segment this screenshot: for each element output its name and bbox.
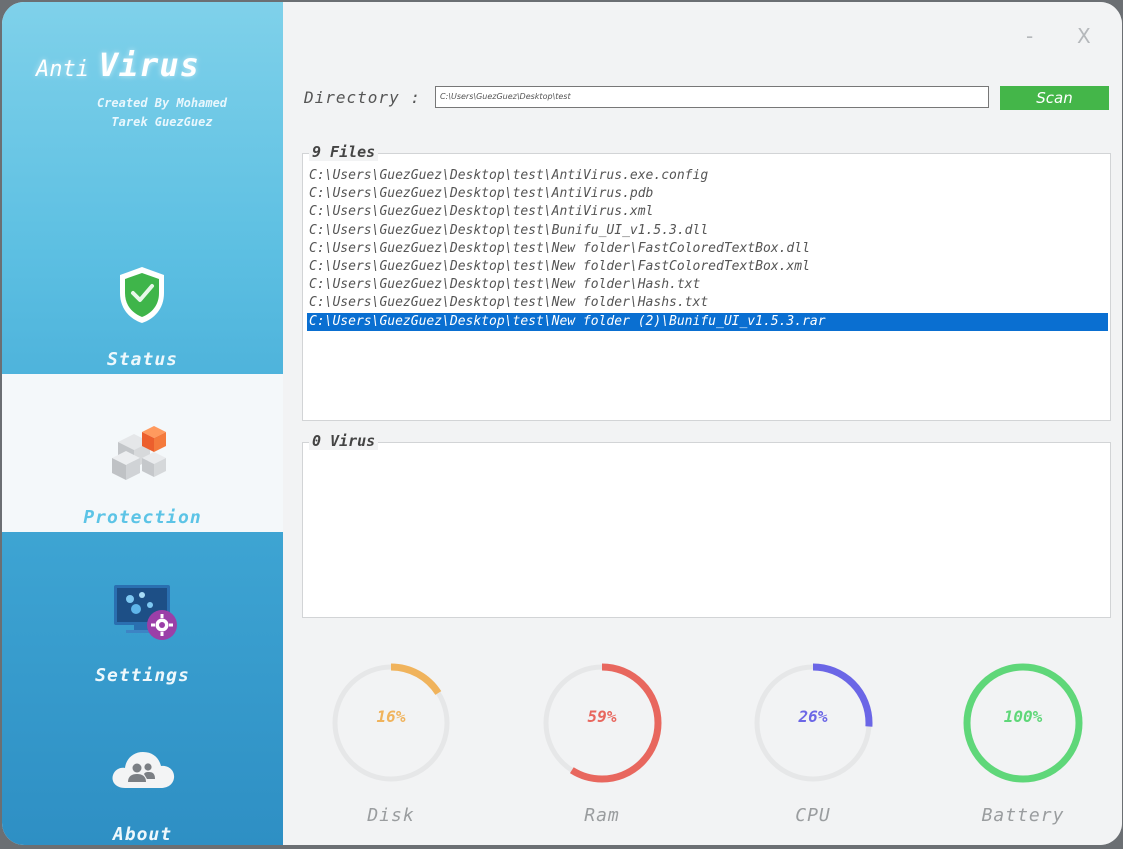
file-list-item[interactable]: C:\Users\GuezGuez\Desktop\test\New folde…	[307, 258, 1108, 276]
gauge-value: 100%	[1003, 707, 1043, 726]
gauge-value: 59%	[587, 707, 617, 726]
gauge-value: 16%	[376, 707, 406, 726]
gauge-label: CPU	[795, 805, 831, 826]
main-panel: - X Directory : C:\Users\GuezGuez\Deskto…	[283, 2, 1122, 845]
files-count-title: 9 Files	[309, 143, 379, 161]
gauge-cpu: 26%	[748, 658, 878, 788]
minimize-button[interactable]: -	[1026, 24, 1033, 48]
brand-anti: Anti	[36, 57, 89, 82]
file-list-item[interactable]: C:\Users\GuezGuez\Desktop\test\AntiVirus…	[307, 203, 1108, 221]
monitor-gear-icon	[114, 585, 177, 640]
shield-icon	[120, 267, 164, 323]
gauge-battery: 100%	[958, 658, 1088, 788]
close-button[interactable]: X	[1077, 24, 1091, 48]
app-brand: Anti Virus	[36, 46, 200, 84]
file-list-item[interactable]: C:\Users\GuezGuez\Desktop\test\New folde…	[307, 240, 1108, 258]
scan-button[interactable]: Scan	[1000, 86, 1109, 110]
gauge-label: Battery	[981, 805, 1065, 826]
file-list-item[interactable]: C:\Users\GuezGuez\Desktop\test\AntiVirus…	[307, 185, 1108, 203]
cubes-icon	[112, 426, 166, 480]
author-credit: Created By Mohamed Tarek GuezGuez	[62, 94, 262, 132]
directory-input[interactable]: C:\Users\GuezGuez\Desktop\test	[435, 86, 989, 108]
virus-count-title: 0 Virus	[309, 432, 379, 450]
gauge-ram: 59%	[537, 658, 667, 788]
files-list[interactable]: C:\Users\GuezGuez\Desktop\test\AntiVirus…	[307, 167, 1108, 331]
sidebar-label-status: Status	[106, 349, 179, 370]
brand-virus: Virus	[98, 46, 200, 84]
gauge-value: 26%	[798, 707, 828, 726]
antivirus-window: Anti Virus Created By Mohamed Tarek Guez…	[2, 2, 1122, 845]
virus-group: 0 Virus	[302, 432, 1111, 618]
gauge-label: Ram	[584, 805, 620, 826]
users-cloud-icon	[112, 752, 175, 788]
sidebar-item-protection[interactable]: Protection	[2, 374, 283, 532]
file-list-item[interactable]: C:\Users\GuezGuez\Desktop\test\New folde…	[307, 312, 1108, 331]
credit-line-2: Tarek GuezGuez	[111, 115, 213, 129]
directory-label: Directory :	[304, 88, 421, 107]
file-list-item[interactable]: C:\Users\GuezGuez\Desktop\test\New folde…	[307, 276, 1108, 294]
file-list-item[interactable]: C:\Users\GuezGuez\Desktop\test\Bunifu_UI…	[307, 222, 1108, 240]
sidebar-item-about[interactable]: About	[2, 732, 283, 845]
credit-line-1: Created By Mohamed	[96, 96, 228, 110]
sidebar-label-about: About	[112, 824, 173, 845]
gauge-label: Disk	[367, 805, 415, 826]
gauge-disk: 16%	[326, 658, 456, 788]
file-list-item[interactable]: C:\Users\GuezGuez\Desktop\test\New folde…	[307, 294, 1108, 312]
sidebar-label-protection: Protection	[83, 507, 202, 528]
sidebar-item-settings[interactable]: Settings	[2, 567, 283, 725]
sidebar: Anti Virus Created By Mohamed Tarek Guez…	[2, 2, 283, 845]
file-list-item[interactable]: C:\Users\GuezGuez\Desktop\test\AntiVirus…	[307, 167, 1108, 185]
files-group: 9 Files C:\Users\GuezGuez\Desktop\test\A…	[302, 143, 1111, 421]
sidebar-label-settings: Settings	[95, 665, 190, 686]
